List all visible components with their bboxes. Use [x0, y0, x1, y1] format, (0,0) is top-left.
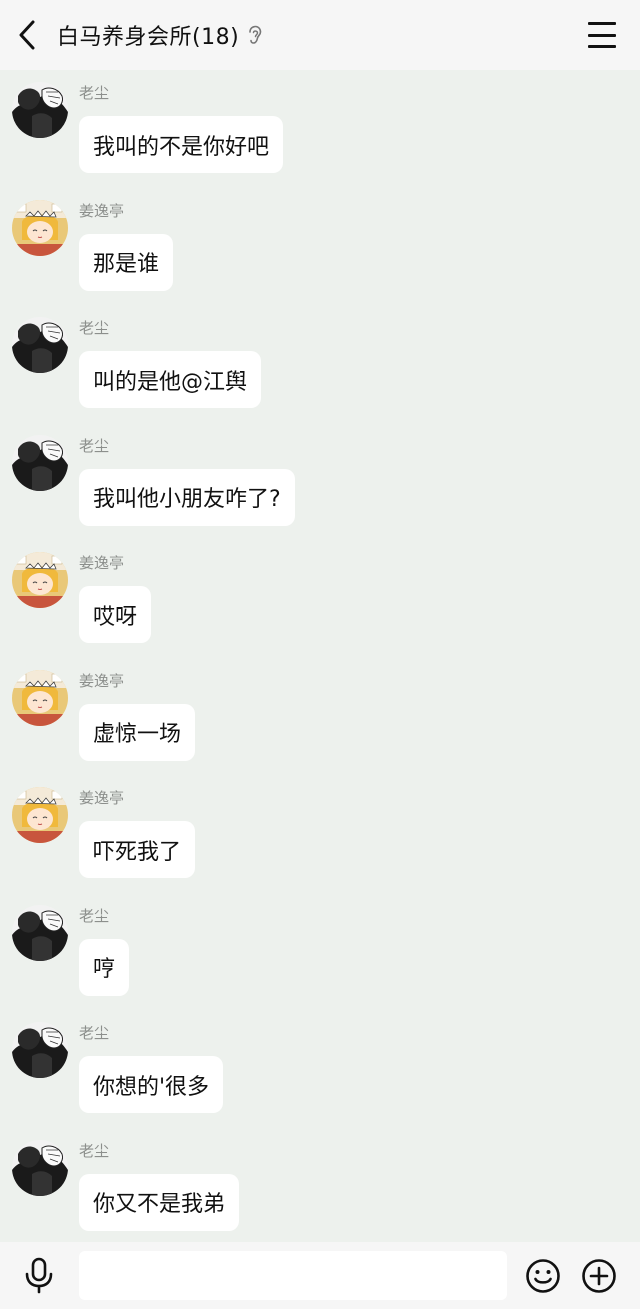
page-title: 白马养身会所(18): [57, 25, 240, 50]
message-row: 姜逸亭 哎呀: [0, 540, 640, 657]
chevron-left-icon: [19, 20, 35, 50]
avatar-laochen[interactable]: [12, 82, 68, 138]
sender-name: 老尘: [79, 1141, 110, 1160]
avatar-jiangyiting[interactable]: [12, 669, 68, 726]
avatar-laochen[interactable]: [12, 904, 68, 961]
avatar-laochen[interactable]: [12, 434, 68, 491]
avatar-jiangyiting[interactable]: [12, 552, 68, 608]
message-row: 老尘 你又不是我弟: [0, 1128, 640, 1245]
message-row: 老尘哼: [0, 893, 640, 1010]
message-bubble[interactable]: 叫的是他@江舆: [79, 351, 262, 408]
sender-name: 老尘: [79, 84, 110, 102]
back-button[interactable]: [12, 17, 42, 53]
sender-name: 姜逸亭: [79, 554, 125, 572]
sender-name: 老尘: [79, 1024, 110, 1042]
message-bubble[interactable]: 哼: [79, 938, 130, 996]
sender-name: 老尘: [79, 906, 110, 925]
chat-header: 白马养身会所(18): [0, 0, 640, 70]
avatar-jiangyiting[interactable]: [12, 199, 68, 256]
message-row: 老尘叫的是他@江舆: [0, 305, 640, 422]
sender-name: 姜逸亭: [79, 201, 125, 220]
message-input[interactable]: [79, 1251, 507, 1300]
message-row: 老尘我叫他小朋友咋了?: [0, 423, 640, 540]
message-bubble[interactable]: 虚惊一场: [79, 703, 196, 761]
emoji-button[interactable]: [525, 1258, 561, 1294]
chat-title-group[interactable]: 白马养身会所(18): [57, 16, 265, 54]
ear-icon: [247, 25, 265, 45]
sender-name: 老尘: [79, 319, 110, 337]
sender-name: 姜逸亭: [79, 671, 125, 690]
message-bubble[interactable]: 你想的'很多: [79, 1056, 224, 1113]
message-bubble[interactable]: 我叫他小朋友咋了?: [79, 468, 295, 526]
message-bubble[interactable]: 我叫的不是你好吧: [79, 116, 284, 173]
input-bar: [0, 1242, 640, 1309]
hamburger-menu-icon: [588, 22, 616, 25]
plus-circle-icon: [582, 1259, 616, 1293]
message-bubble[interactable]: 你又不是我弟: [79, 1173, 240, 1231]
sender-name: 姜逸亭: [79, 789, 125, 807]
message-bubble[interactable]: 哎呀: [79, 586, 152, 643]
message-row: 姜逸亭 那是谁: [0, 188, 640, 305]
message-bubble[interactable]: 那是谁: [79, 233, 174, 291]
message-row: 老尘我叫的不是你好吧: [0, 70, 640, 187]
message-row: 姜逸亭 吓死我了: [0, 775, 640, 892]
menu-button[interactable]: [588, 22, 616, 48]
message-bubble[interactable]: 吓死我了: [79, 821, 196, 878]
sender-name: 老尘: [79, 436, 110, 455]
avatar-jiangyiting[interactable]: [12, 787, 68, 843]
avatar-laochen[interactable]: [12, 1022, 68, 1078]
microphone-icon: [25, 1257, 53, 1294]
more-button[interactable]: [581, 1258, 617, 1294]
avatar-laochen[interactable]: [12, 1139, 68, 1196]
message-row: 老尘你想的'很多: [0, 1010, 640, 1127]
avatar-laochen[interactable]: [12, 317, 68, 373]
voice-button[interactable]: [22, 1256, 56, 1294]
message-list[interactable]: 老尘 我叫的不是你好吧 姜逸亭 那是谁 老尘 叫的是他@江舆 老尘 我叫他小朋友咋了? 姜逸亭哎…: [0, 70, 640, 1242]
message-row: 姜逸亭 虚惊一场: [0, 658, 640, 775]
smiley-icon: [526, 1259, 560, 1293]
